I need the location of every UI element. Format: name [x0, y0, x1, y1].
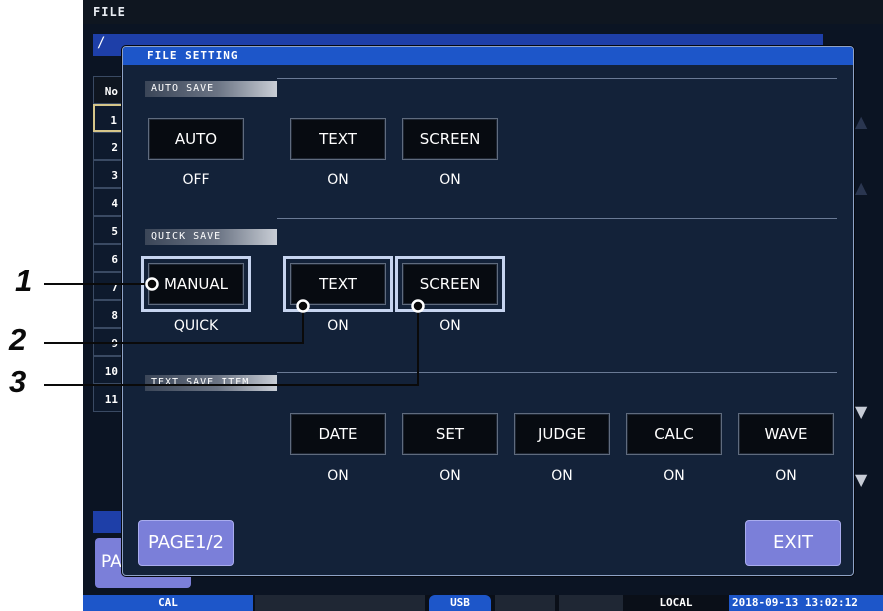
- callout-number-3: 3: [9, 364, 27, 399]
- dot-icon: [145, 277, 159, 291]
- callout-number-1: 1: [15, 263, 33, 298]
- callout-number-2: 2: [9, 322, 27, 357]
- dot-icon: [296, 299, 310, 313]
- callout-overlay: [44, 277, 425, 386]
- callout-line-3: [44, 306, 419, 386]
- callout-line-2: [44, 306, 304, 344]
- dot-icon: [411, 299, 425, 313]
